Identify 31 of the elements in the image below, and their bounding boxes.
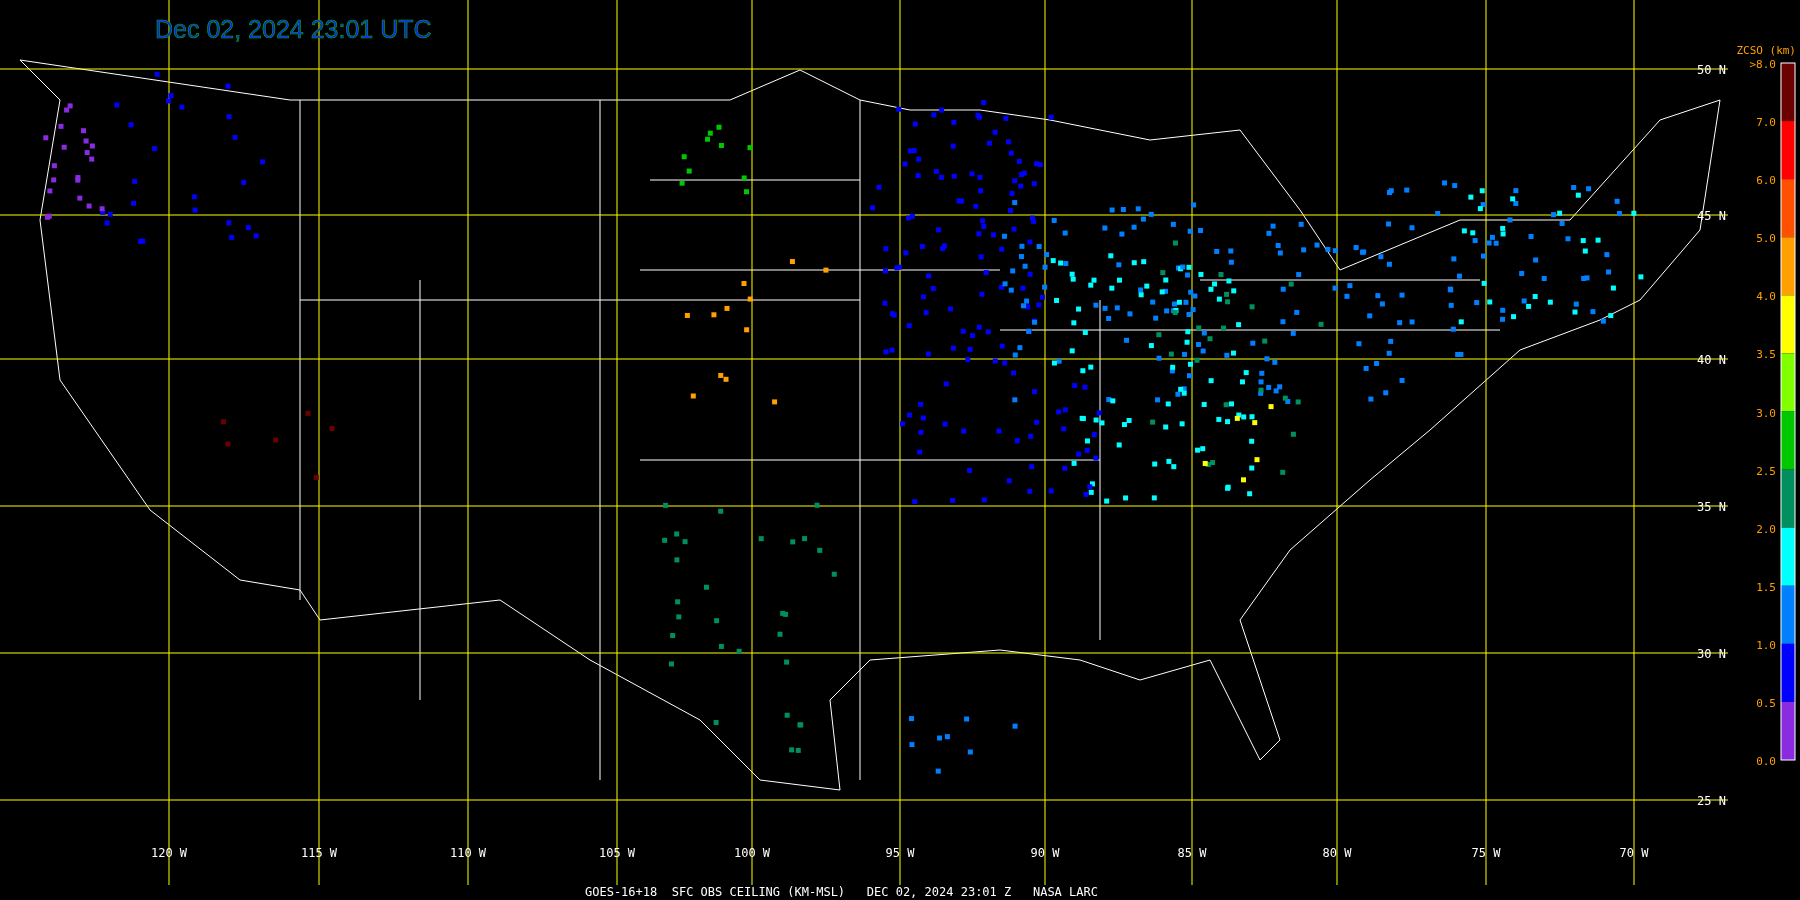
legend-label: 5.0 xyxy=(1756,232,1776,246)
longitude-label: 115 W xyxy=(300,846,338,860)
longitude-label: 90 W xyxy=(1030,846,1060,860)
legend-label: 3.5 xyxy=(1756,348,1776,362)
longitude-label: 80 W xyxy=(1322,846,1352,860)
legend-label: 1.5 xyxy=(1756,580,1776,594)
latitude-label: 40 N xyxy=(1697,353,1726,367)
legend-title: ZCSO (km) xyxy=(1736,44,1796,57)
longitude-label: 110 W xyxy=(449,846,487,860)
longitude-label: 70 W xyxy=(1619,846,1649,860)
latitude-label: 35 N xyxy=(1697,500,1726,514)
legend-label: 2.0 xyxy=(1756,522,1776,536)
longitude-label: 95 W xyxy=(885,846,915,860)
legend-label: 0.5 xyxy=(1756,696,1776,710)
longitude-label: 75 W xyxy=(1471,846,1501,860)
longitude-label: 120 W xyxy=(150,846,188,860)
latitude-label: 30 N xyxy=(1697,647,1726,661)
legend-label: 2.5 xyxy=(1756,464,1776,478)
legend-label: 4.0 xyxy=(1756,290,1776,304)
legend-label: >8.0 xyxy=(1749,58,1776,71)
footer-caption: GOES-16+18 SFC OBS CEILING (KM-MSL) DEC 02, 2024 23:01 Z NASA LARC xyxy=(585,885,1098,899)
legend-label: 0.0 xyxy=(1756,755,1776,768)
latitude-label: 25 N xyxy=(1697,794,1726,808)
longitude-label: 100 W xyxy=(733,846,771,860)
longitude-label: 105 W xyxy=(598,846,636,860)
legend-label: 7.0 xyxy=(1756,116,1776,130)
legend-label: 6.0 xyxy=(1756,174,1776,188)
legend-label: 3.0 xyxy=(1756,406,1776,420)
legend-label: 1.0 xyxy=(1756,638,1776,652)
longitude-label: 85 W xyxy=(1177,846,1207,860)
latitude-label: 50 N xyxy=(1697,63,1726,77)
